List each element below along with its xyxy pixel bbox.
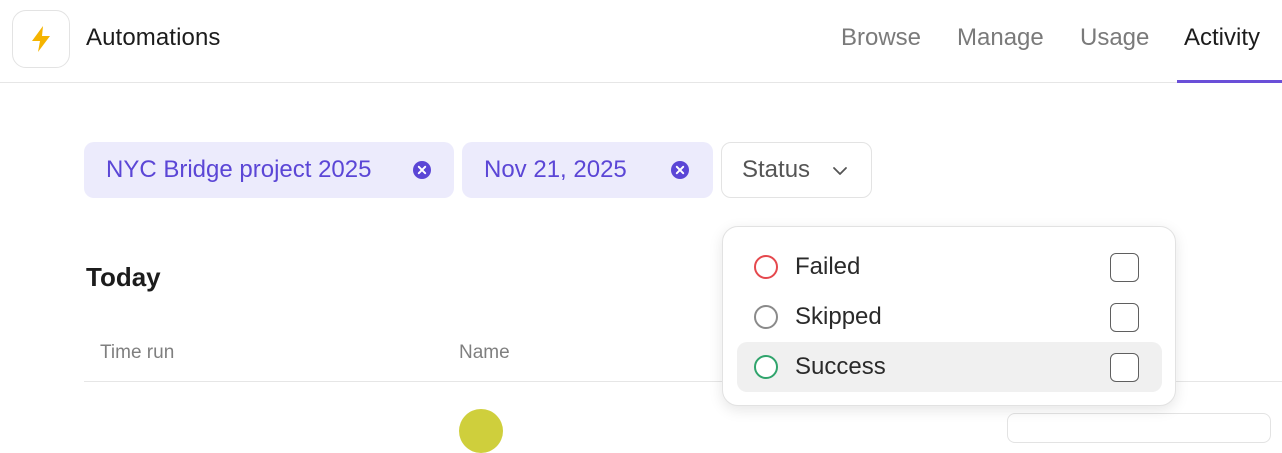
column-header-name[interactable]: Name xyxy=(459,342,510,364)
filter-chip-label: NYC Bridge project 2025 xyxy=(106,156,372,183)
tab-manage[interactable]: Manage xyxy=(957,24,1044,52)
filter-chip-project[interactable]: NYC Bridge project 2025 xyxy=(84,142,454,198)
lightning-bolt-icon xyxy=(32,26,50,52)
failed-status-circle-icon xyxy=(754,255,778,279)
status-filter-label: Status xyxy=(742,156,811,183)
filter-chip-date[interactable]: Nov 21, 2025 xyxy=(462,142,713,198)
status-option-checkbox[interactable] xyxy=(1110,353,1139,382)
chevron-down-icon xyxy=(833,167,847,175)
active-tab-indicator xyxy=(1177,80,1282,83)
avatar xyxy=(459,409,503,453)
status-option-skipped[interactable]: Skipped xyxy=(737,292,1162,342)
app-icon-tile[interactable] xyxy=(12,10,70,68)
skipped-status-circle-icon xyxy=(754,305,778,329)
tab-browse[interactable]: Browse xyxy=(841,24,921,52)
section-title-today: Today xyxy=(86,262,161,292)
app-title: Automations xyxy=(86,24,221,51)
status-option-success[interactable]: Success xyxy=(737,342,1162,392)
status-option-checkbox[interactable] xyxy=(1110,253,1139,282)
tab-activity[interactable]: Activity xyxy=(1184,24,1260,52)
success-status-circle-icon xyxy=(754,355,778,379)
status-option-label: Failed xyxy=(795,253,861,280)
status-option-failed[interactable]: Failed xyxy=(737,242,1162,292)
filter-chip-label: Nov 21, 2025 xyxy=(484,156,627,183)
top-bar: Automations Browse Manage Usage Activity xyxy=(0,0,1282,83)
status-option-checkbox[interactable] xyxy=(1110,303,1139,332)
status-option-label: Success xyxy=(795,353,886,380)
tab-usage[interactable]: Usage xyxy=(1080,24,1149,52)
status-dropdown-menu: Failed Skipped Success xyxy=(722,226,1176,406)
column-header-time-run[interactable]: Time run xyxy=(100,342,174,364)
close-circle-icon[interactable] xyxy=(670,160,690,180)
close-circle-icon[interactable] xyxy=(412,160,432,180)
status-filter-button[interactable]: Status xyxy=(721,142,872,198)
status-option-label: Skipped xyxy=(795,303,882,330)
